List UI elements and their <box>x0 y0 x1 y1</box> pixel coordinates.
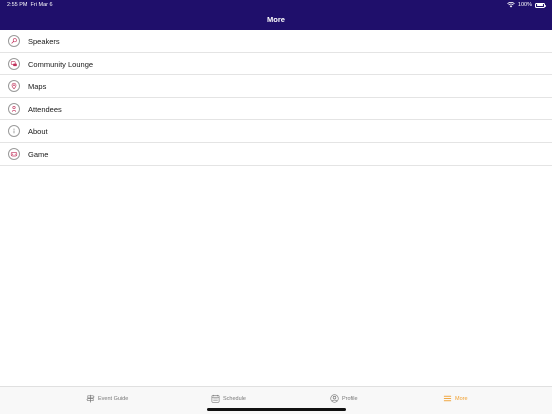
page-title: More <box>267 15 285 24</box>
tab-schedule[interactable]: Schedule <box>211 394 246 403</box>
game-icon <box>8 147 20 160</box>
wifi-icon <box>507 2 515 8</box>
menu-item-community-lounge[interactable]: Community Lounge <box>0 53 552 76</box>
info-icon <box>8 125 20 138</box>
home-indicator[interactable] <box>207 408 346 411</box>
attendees-icon <box>8 102 20 115</box>
chat-icon <box>8 57 20 70</box>
menu-item-game[interactable]: Game <box>0 143 552 166</box>
menu-item-label: Attendees <box>28 104 62 114</box>
menu-item-label: Game <box>28 149 49 159</box>
calendar-icon <box>211 394 220 403</box>
tab-more[interactable]: More <box>443 394 468 403</box>
battery-icon <box>535 2 546 8</box>
menu-item-speakers[interactable]: Speakers <box>0 30 552 53</box>
menu-icon <box>443 395 452 402</box>
tab-profile[interactable]: Profile <box>330 394 358 403</box>
menu-item-maps[interactable]: Maps <box>0 75 552 98</box>
battery-percent: 100% <box>517 2 532 8</box>
tab-label: Schedule <box>223 395 246 402</box>
event-guide-icon <box>86 394 95 403</box>
tab-label: Event Guide <box>98 395 129 402</box>
tab-label: Profile <box>342 395 358 402</box>
menu-item-label: Maps <box>28 82 47 92</box>
profile-icon <box>330 394 339 403</box>
tab-label: More <box>455 395 468 402</box>
menu-item-label: Community Lounge <box>28 59 94 69</box>
more-menu-list: Speakers Community Lounge Maps Attendees… <box>0 30 552 166</box>
tab-event-guide[interactable]: Event Guide <box>86 394 128 403</box>
map-icon <box>8 80 20 93</box>
status-indicators: 100% <box>507 2 546 8</box>
menu-item-attendees[interactable]: Attendees <box>0 98 552 121</box>
menu-item-label: Speakers <box>28 37 60 46</box>
microphone-icon <box>8 35 20 47</box>
status-date-text: Fri Mar 6 <box>30 2 53 8</box>
status-time-text: 2:55 PM <box>7 2 28 8</box>
menu-item-about[interactable]: About <box>0 120 552 143</box>
status-time: 2:55 PM Fri Mar 6 <box>7 2 53 8</box>
navigation-header: 2:55 PM Fri Mar 6 100% More <box>0 0 552 30</box>
menu-item-label: About <box>28 127 48 137</box>
